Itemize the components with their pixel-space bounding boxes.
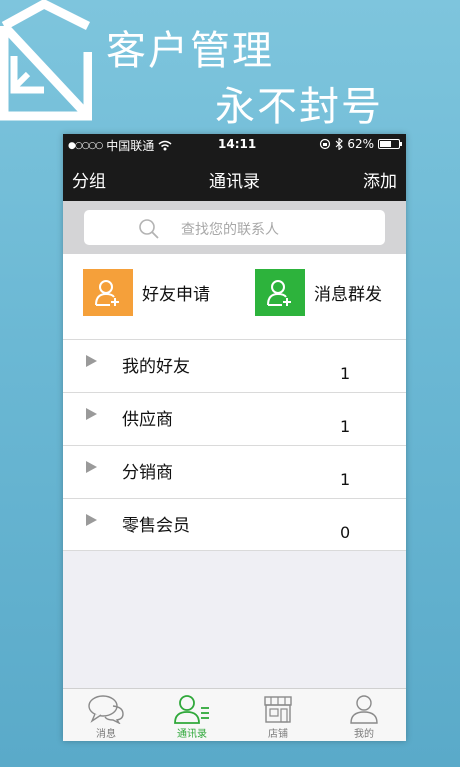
group-row-my-friends[interactable]: 我的好友 1 <box>63 339 406 392</box>
carrier-name: 中国联通 <box>106 139 155 153</box>
add-button[interactable]: 添加 <box>363 167 397 192</box>
expand-arrow-icon <box>86 461 97 473</box>
contact-group-list: 我的好友 1 供应商 1 分销商 1 零售会员 0 <box>63 339 406 551</box>
status-time: 14:11 <box>218 137 257 151</box>
friend-request-button[interactable]: 好友申请 <box>83 269 210 316</box>
add-user-icon <box>267 279 291 306</box>
group-row-distributors[interactable]: 分销商 1 <box>63 445 406 498</box>
broadcast-message-button[interactable]: 消息群发 <box>255 269 382 316</box>
profile-icon <box>350 695 378 724</box>
group-name: 我的好友 <box>122 357 190 377</box>
phone-screen: ●○○○○ 中国联通 14:11 62% 分组 通讯录 添加 查找您的联系人 好… <box>63 134 406 741</box>
rotation-lock-icon <box>320 138 331 150</box>
group-row-suppliers[interactable]: 供应商 1 <box>63 392 406 445</box>
expand-arrow-icon <box>86 514 97 526</box>
wifi-icon <box>158 140 172 151</box>
chat-bubbles-icon <box>88 695 124 724</box>
expand-arrow-icon <box>86 408 97 420</box>
group-name: 分销商 <box>122 463 173 483</box>
tab-profile[interactable]: 我的 <box>321 689 406 741</box>
search-bar: 查找您的联系人 <box>63 201 406 254</box>
app-logo-icon <box>0 0 92 121</box>
page-title: 通讯录 <box>209 172 260 192</box>
bluetooth-icon <box>335 138 344 150</box>
tab-store[interactable]: 店铺 <box>235 689 321 741</box>
tab-label: 通讯录 <box>177 729 207 740</box>
add-user-icon <box>95 279 119 306</box>
group-row-retail-members[interactable]: 零售会员 0 <box>63 498 406 551</box>
group-name: 零售会员 <box>122 516 190 536</box>
tab-label: 店铺 <box>268 729 288 740</box>
store-icon <box>264 696 292 723</box>
group-count: 1 <box>340 470 351 489</box>
group-count: 0 <box>340 523 351 542</box>
search-icon <box>139 219 159 239</box>
group-count: 1 <box>340 364 351 383</box>
group-count: 1 <box>340 417 351 436</box>
tab-contacts[interactable]: 通讯录 <box>149 689 235 741</box>
search-input[interactable]: 查找您的联系人 <box>84 210 385 245</box>
group-name: 供应商 <box>122 410 173 430</box>
signal-strength-icon: ●○○○○ <box>68 140 103 151</box>
promo-title-line1: 客户管理 <box>106 28 274 74</box>
tab-label: 消息 <box>96 729 116 740</box>
promo-title-line2: 永不封号 <box>215 84 383 130</box>
status-bar: ●○○○○ 中国联通 14:11 62% <box>63 134 406 154</box>
search-placeholder: 查找您的联系人 <box>181 222 279 238</box>
nav-bar: 分组 通讯录 添加 <box>63 154 406 201</box>
tab-bar: 消息 通讯录 店铺 我的 <box>63 688 406 741</box>
tab-messages[interactable]: 消息 <box>63 689 149 741</box>
friend-request-icon-box <box>83 269 133 316</box>
tab-label: 我的 <box>354 729 374 740</box>
contacts-icon <box>174 695 209 724</box>
friend-request-label: 好友申请 <box>142 285 210 305</box>
broadcast-icon-box <box>255 269 305 316</box>
battery-icon <box>378 139 402 149</box>
battery-percent: 62% <box>347 137 374 151</box>
broadcast-message-label: 消息群发 <box>314 285 382 305</box>
expand-arrow-icon <box>86 355 97 367</box>
quick-actions: 好友申请 消息群发 <box>63 254 406 339</box>
